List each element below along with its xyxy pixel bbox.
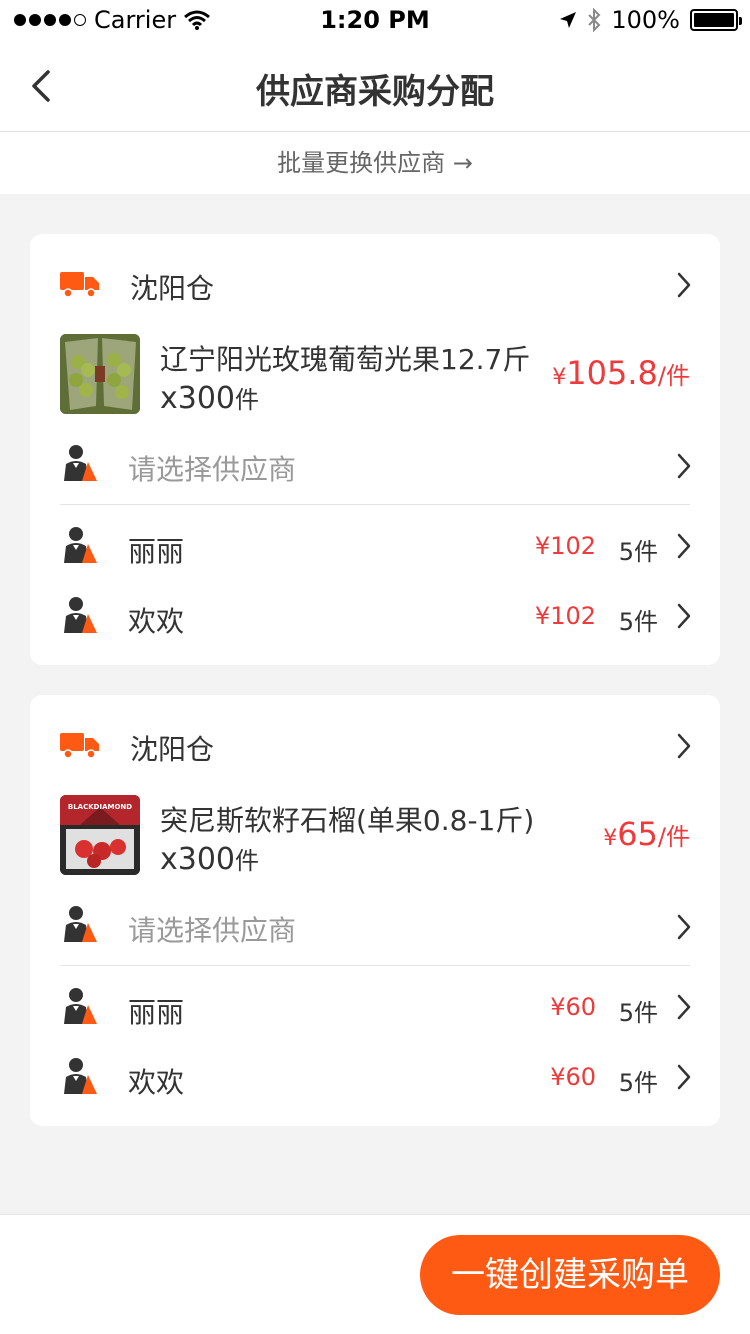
product-qty-value: x300 — [160, 842, 236, 877]
price-symbol: ¥ — [603, 826, 618, 851]
supplier-name: 丽丽 — [128, 996, 185, 1029]
select-supplier-placeholder: 请选择供应商 — [128, 914, 297, 947]
select-supplier-row[interactable]: 请选择供应商 — [30, 430, 720, 502]
warehouse-name: 沈阳仓 — [130, 272, 215, 305]
supplier-price: ¥102 — [534, 532, 596, 560]
supplier-price: ¥102 — [534, 602, 596, 630]
location-arrow-icon — [560, 12, 577, 28]
supplier-name: 欢欢 — [128, 1066, 185, 1099]
batch-change-supplier-link[interactable]: 批量更换供应商 → — [0, 132, 750, 194]
battery-icon — [690, 9, 742, 31]
supplier-person-icon — [64, 597, 97, 633]
divider — [60, 965, 690, 966]
chevron-right-icon[interactable] — [676, 732, 692, 760]
thumb-brand-text: BLACKDIAMOND — [68, 803, 132, 811]
create-purchase-order-button[interactable]: 一键创建采购单 — [420, 1235, 720, 1315]
chevron-right-icon[interactable] — [676, 913, 692, 941]
nav-bar: 供应商采购分配 — [0, 40, 750, 132]
select-supplier-row[interactable]: 请选择供应商 — [30, 891, 720, 963]
supplier-row[interactable]: 欢欢 ¥60 5件 — [30, 1043, 720, 1111]
supplier-quantity: 5件 — [618, 538, 658, 566]
supplier-name: 丽丽 — [128, 535, 185, 568]
supplier-name: 欢欢 — [128, 605, 185, 638]
status-bar: Carrier 1:20 PM 100% — [0, 0, 750, 40]
price-value: 65 — [617, 815, 658, 853]
supplier-price: ¥60 — [550, 1063, 596, 1091]
page-title: 供应商采购分配 — [256, 72, 494, 112]
supplier-person-icon — [64, 1058, 97, 1094]
chevron-right-icon[interactable] — [676, 602, 692, 630]
product-qty-unit: 件 — [235, 847, 260, 875]
supplier-row[interactable]: 丽丽 ¥60 5件 — [30, 973, 720, 1041]
supplier-quantity: 5件 — [618, 608, 658, 636]
product-quantity: x300件 — [160, 380, 259, 416]
price-symbol: ¥ — [552, 365, 567, 390]
price-unit: /件 — [657, 362, 690, 390]
price-value: 105.8 — [566, 354, 658, 392]
product-name: 辽宁阳光玫瑰葡萄光果12.7斤 — [160, 343, 531, 376]
supplier-price: ¥60 — [550, 993, 596, 1021]
supplier-quantity: 5件 — [618, 1069, 658, 1097]
bottom-bar: 一键创建采购单 — [0, 1214, 750, 1334]
product-thumbnail: BLACKDIAMOND — [60, 795, 140, 875]
warehouse-row[interactable]: 沈阳仓 — [30, 695, 720, 795]
grape-image — [60, 334, 140, 414]
chevron-right-icon[interactable] — [676, 532, 692, 560]
supplier-row[interactable]: 欢欢 ¥102 5件 — [30, 582, 720, 650]
warehouse-row[interactable]: 沈阳仓 — [30, 234, 720, 334]
supplier-person-icon — [64, 906, 97, 942]
order-card: 沈阳仓 BLACKDIAMOND 突尼斯软籽石榴(单果0.8-1斤) x300件… — [30, 695, 720, 1126]
battery-percent: 100% — [611, 6, 680, 34]
truck-icon — [60, 733, 99, 759]
product-qty-value: x300 — [160, 381, 236, 416]
price-unit: /件 — [657, 823, 690, 851]
bluetooth-icon — [588, 8, 601, 32]
truck-icon — [60, 272, 99, 298]
supplier-person-icon — [64, 527, 97, 563]
pomegranate-image: BLACKDIAMOND — [60, 795, 140, 875]
supplier-person-icon — [64, 988, 97, 1024]
divider — [60, 504, 690, 505]
product-quantity: x300件 — [160, 841, 259, 877]
warehouse-name: 沈阳仓 — [130, 733, 215, 766]
supplier-row[interactable]: 丽丽 ¥102 5件 — [30, 512, 720, 580]
product-qty-unit: 件 — [235, 386, 260, 414]
select-supplier-placeholder: 请选择供应商 — [128, 453, 297, 486]
chevron-right-icon[interactable] — [676, 271, 692, 299]
product-price: ¥105.8/件 — [552, 354, 690, 392]
chevron-right-icon[interactable] — [676, 993, 692, 1021]
chevron-right-icon[interactable] — [676, 1063, 692, 1091]
status-right: 100% — [559, 6, 742, 34]
chevron-right-icon[interactable] — [676, 452, 692, 480]
product-price: ¥65/件 — [603, 815, 690, 853]
order-card: 沈阳仓 辽宁阳光玫瑰葡萄光果12.7斤 x300件 ¥105.8/件 请选择供应… — [30, 234, 720, 665]
product-name: 突尼斯软籽石榴(单果0.8-1斤) — [160, 804, 535, 837]
supplier-quantity: 5件 — [618, 999, 658, 1027]
supplier-person-icon — [64, 445, 97, 481]
product-thumbnail — [60, 334, 140, 414]
